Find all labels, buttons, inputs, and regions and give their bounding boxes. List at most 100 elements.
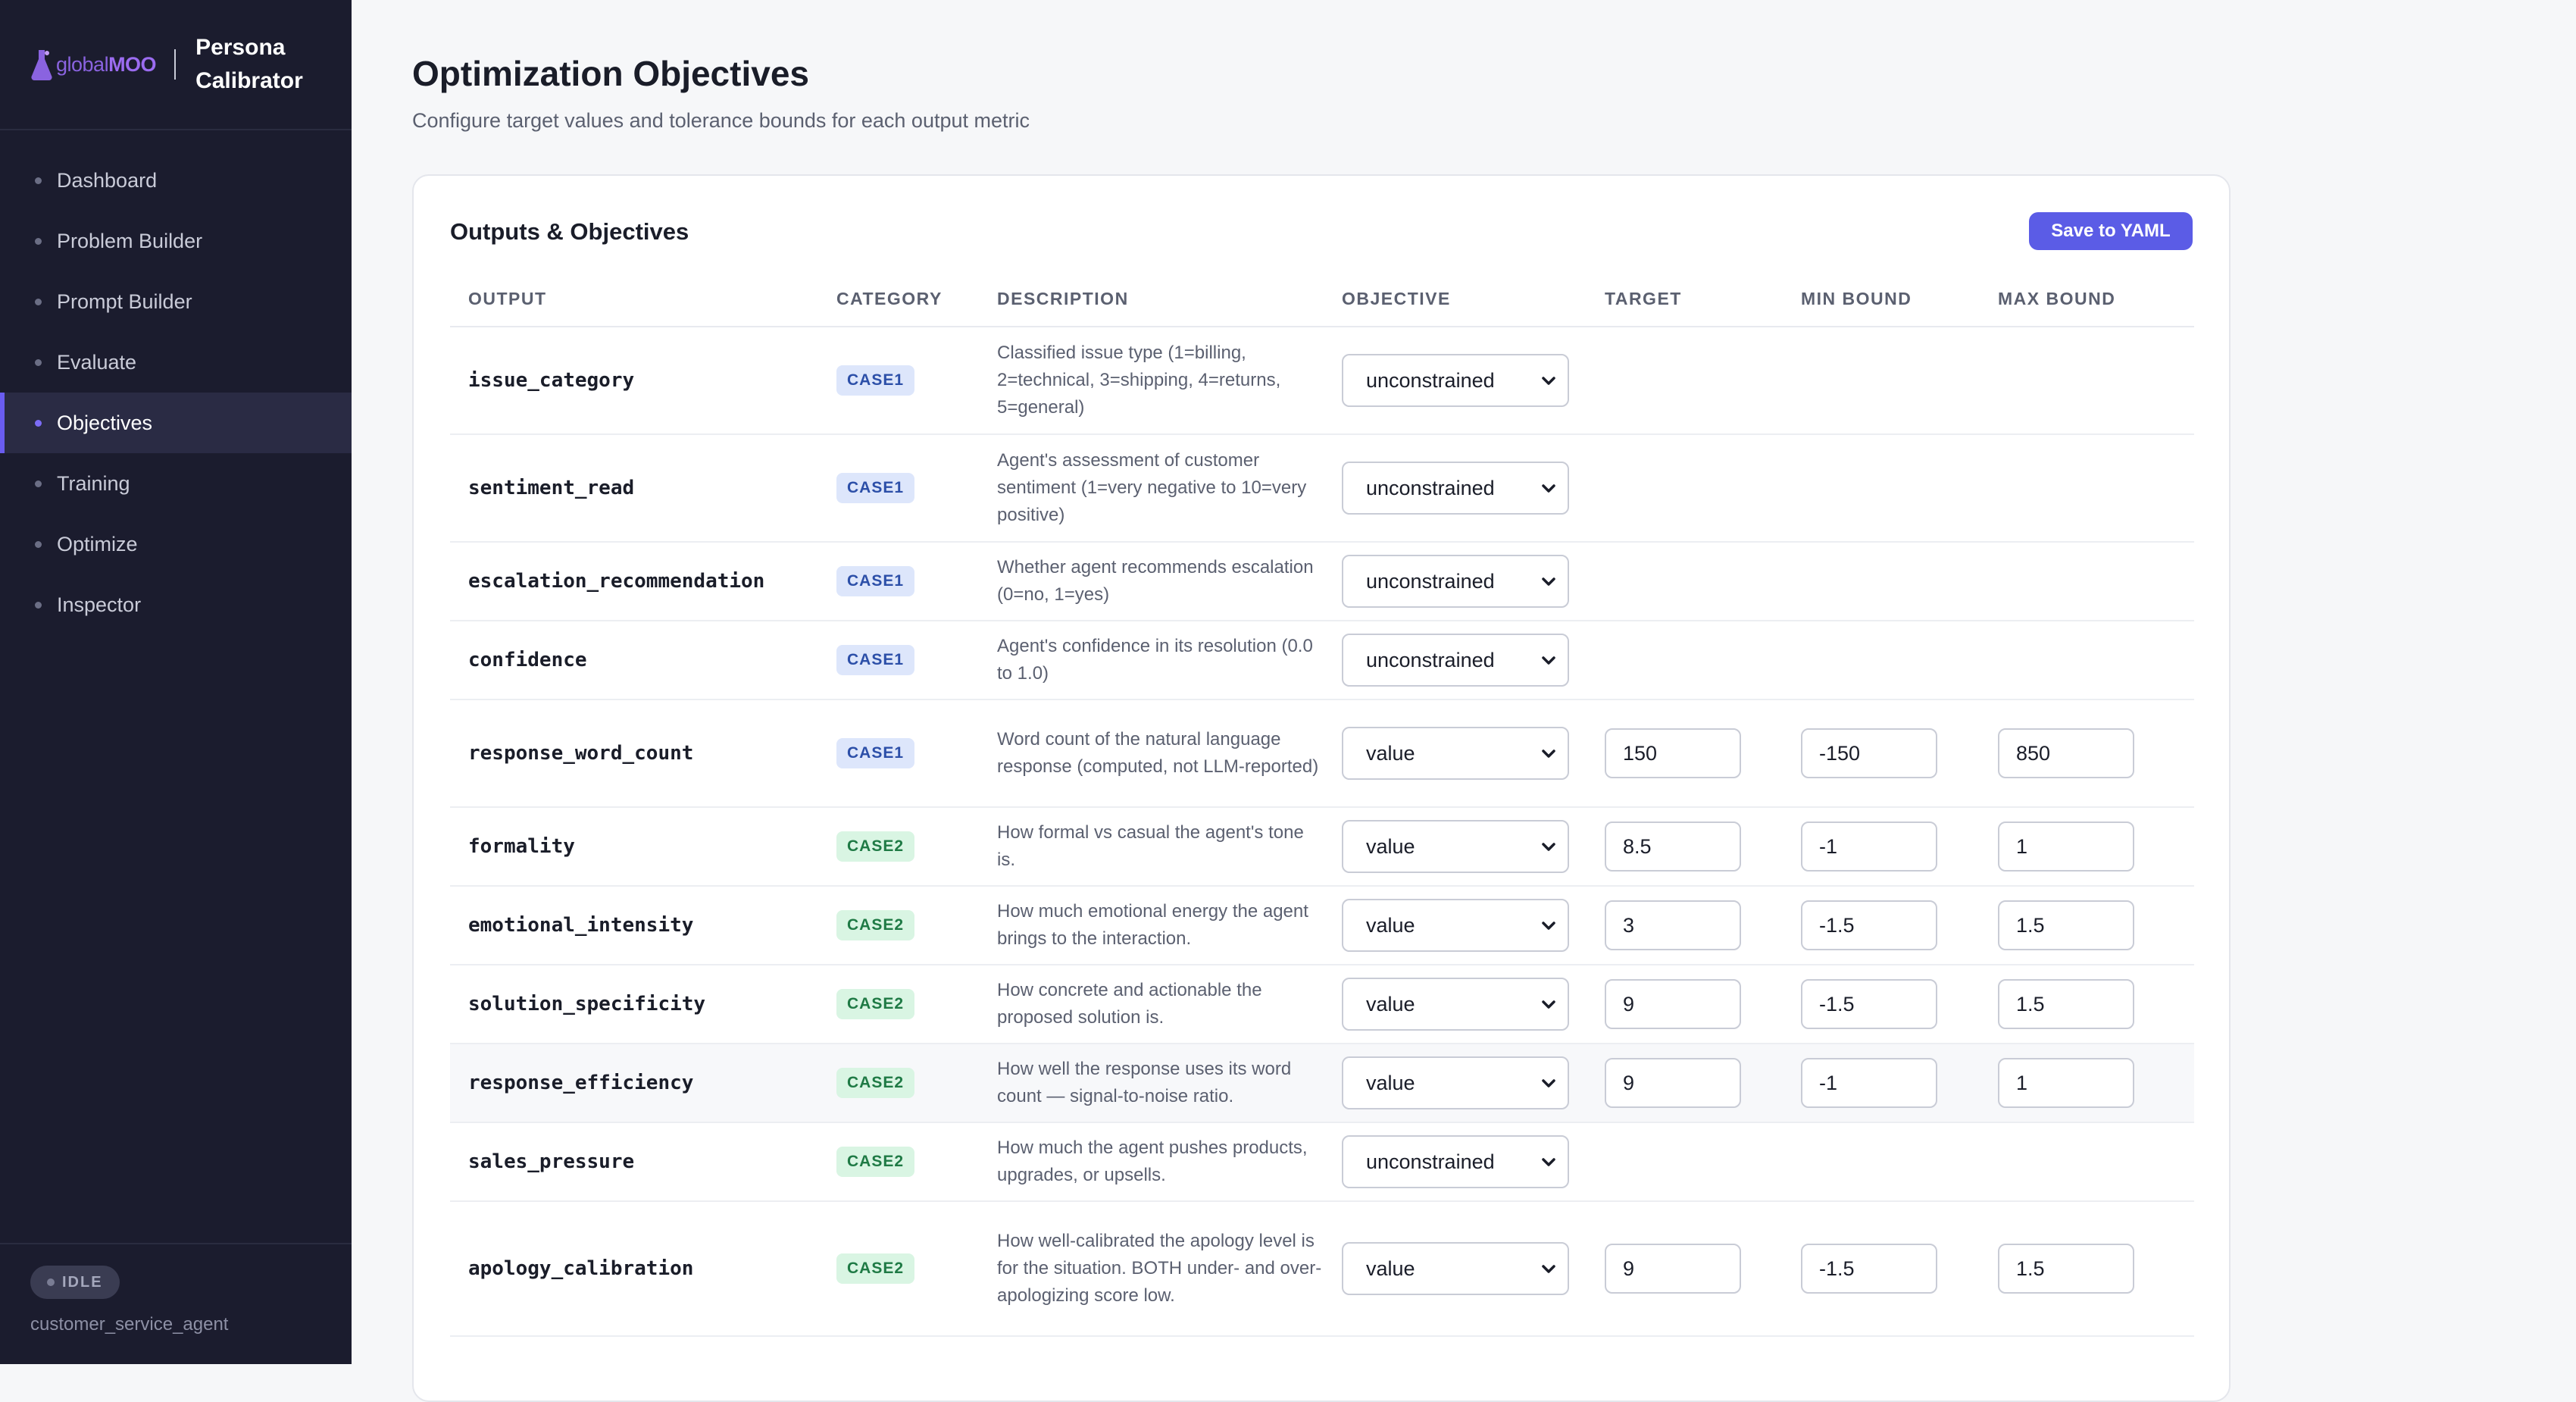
output-name: response_word_count [468, 742, 694, 765]
objective-select[interactable]: value [1342, 1056, 1569, 1109]
logo-text-global: global [56, 52, 109, 76]
min-bound-input[interactable] [1801, 1244, 1937, 1294]
app-title: Persona Calibrator [195, 31, 303, 98]
category-badge: CASE1 [836, 473, 915, 503]
output-description: How much emotional energy the agent brin… [997, 901, 1308, 949]
table-row: solution_specificity CASE2 How concrete an… [450, 965, 2194, 1044]
objectives-card: Outputs & Objectives Save to YAML OUTPUT… [412, 174, 2231, 1402]
output-description: Classified issue type (1=billing, 2=tech… [997, 343, 1281, 418]
table-row: emotional_intensity CASE2 How much emotion… [450, 887, 2194, 965]
header-output: OUTPUT [468, 288, 547, 308]
sidebar-item-optimize[interactable]: Optimize [0, 514, 352, 574]
app-title-line2: Calibrator [195, 68, 303, 93]
chevron-down-icon [1542, 1000, 1555, 1009]
target-input[interactable] [1605, 728, 1741, 778]
header-target: TARGET [1605, 288, 1682, 308]
output-description: How well-calibrated the apology level is… [997, 1231, 1322, 1306]
sidebar-item-training[interactable]: Training [0, 453, 352, 514]
table-row: confidence CASE1 Agent's confidence in its… [450, 621, 2194, 700]
table-row: response_word_count CASE1 Word count of th… [450, 700, 2194, 808]
category-badge: CASE2 [836, 989, 915, 1019]
output-name: confidence [468, 649, 587, 671]
max-bound-input[interactable] [1998, 1244, 2134, 1294]
min-bound-input[interactable] [1801, 900, 1937, 950]
min-bound-input[interactable] [1801, 1058, 1937, 1108]
sidebar-item-dashboard[interactable]: Dashboard [0, 150, 352, 211]
output-description: Agent's assessment of customer sentiment… [997, 450, 1307, 525]
bullet-dot-icon [35, 237, 42, 245]
max-bound-input[interactable] [1998, 1058, 2134, 1108]
sidebar-item-label: Inspector [57, 593, 142, 616]
objective-select[interactable]: unconstrained [1342, 354, 1569, 407]
main-content: Optimization Objectives Configure target… [352, 0, 2576, 1402]
status-text: IDLE [62, 1273, 103, 1291]
output-description: How much the agent pushes products, upgr… [997, 1138, 1308, 1185]
objectives-table: OUTPUT CATEGORY DESCRIPTION OBJECTIVE TA… [450, 271, 2194, 1337]
table-row: sales_pressure CASE2 How much the agent pu… [450, 1123, 2194, 1202]
target-input[interactable] [1605, 979, 1741, 1029]
objective-select[interactable]: unconstrained [1342, 634, 1569, 687]
min-bound-input[interactable] [1801, 979, 1937, 1029]
min-bound-input[interactable] [1801, 821, 1937, 872]
sidebar: globalMOO Persona Calibrator Dashboard Pr… [0, 0, 352, 1364]
target-input[interactable] [1605, 821, 1741, 872]
max-bound-input[interactable] [1998, 728, 2134, 778]
sidebar-item-prompt-builder[interactable]: Prompt Builder [0, 271, 352, 332]
objective-value: unconstrained [1366, 648, 1495, 671]
objective-select[interactable]: unconstrained [1342, 1135, 1569, 1188]
objective-select[interactable]: value [1342, 899, 1569, 952]
output-name: response_efficiency [468, 1072, 694, 1094]
target-input[interactable] [1605, 900, 1741, 950]
objective-select[interactable]: value [1342, 1242, 1569, 1295]
card-title: Outputs & Objectives [450, 218, 689, 245]
sidebar-item-problem-builder[interactable]: Problem Builder [0, 211, 352, 271]
brand-divider [174, 49, 177, 80]
bullet-dot-icon [35, 298, 42, 305]
objective-select[interactable]: value [1342, 978, 1569, 1031]
sidebar-item-label: Objectives [57, 411, 153, 434]
chevron-down-icon [1542, 1158, 1555, 1166]
output-description: How concrete and actionable the proposed… [997, 980, 1262, 1028]
category-badge: CASE1 [836, 738, 915, 768]
output-name: apology_calibration [468, 1257, 694, 1280]
output-description: Word count of the natural language respo… [997, 729, 1319, 777]
page-subtitle: Configure target values and tolerance bo… [412, 109, 1030, 132]
sidebar-item-evaluate[interactable]: Evaluate [0, 332, 352, 393]
table-row: escalation_recommendation CASE1 Whether ag… [450, 543, 2194, 621]
sidebar-footer: IDLE customer_service_agent [0, 1243, 352, 1364]
objective-select[interactable]: unconstrained [1342, 555, 1569, 608]
save-to-yaml-button[interactable]: Save to YAML [2029, 212, 2193, 250]
category-badge: CASE2 [836, 1068, 915, 1098]
chevron-down-icon [1542, 484, 1555, 493]
max-bound-input[interactable] [1998, 821, 2134, 872]
sidebar-item-label: Prompt Builder [57, 289, 192, 313]
max-bound-input[interactable] [1998, 900, 2134, 950]
category-badge: CASE1 [836, 365, 915, 396]
objective-select[interactable]: value [1342, 727, 1569, 780]
objective-value: value [1366, 992, 1415, 1016]
logo-text-moo: MOO [108, 52, 157, 76]
chevron-down-icon [1542, 656, 1555, 665]
header-min-bound: MIN BOUND [1801, 288, 1912, 308]
header-objective: OBJECTIVE [1342, 288, 1451, 308]
sidebar-item-label: Evaluate [57, 350, 137, 374]
objective-value: value [1366, 741, 1415, 765]
sidebar-item-objectives[interactable]: Objectives [0, 393, 352, 453]
logo-wordmark: globalMOO [56, 52, 157, 77]
objective-select[interactable]: value [1342, 820, 1569, 873]
chevron-down-icon [1542, 577, 1555, 586]
status-badge: IDLE [30, 1266, 120, 1299]
category-badge: CASE1 [836, 566, 915, 596]
max-bound-input[interactable] [1998, 979, 2134, 1029]
table-body: issue_category CASE1 Classified issue type… [450, 327, 2194, 1337]
output-description: How well the response uses its word coun… [997, 1059, 1292, 1106]
sidebar-item-inspector[interactable]: Inspector [0, 574, 352, 635]
target-input[interactable] [1605, 1244, 1741, 1294]
chevron-down-icon [1542, 377, 1555, 385]
bullet-dot-icon [35, 480, 42, 487]
brand-header: globalMOO Persona Calibrator [0, 0, 352, 130]
min-bound-input[interactable] [1801, 728, 1937, 778]
target-input[interactable] [1605, 1058, 1741, 1108]
header-category: CATEGORY [836, 288, 943, 308]
objective-select[interactable]: unconstrained [1342, 462, 1569, 515]
